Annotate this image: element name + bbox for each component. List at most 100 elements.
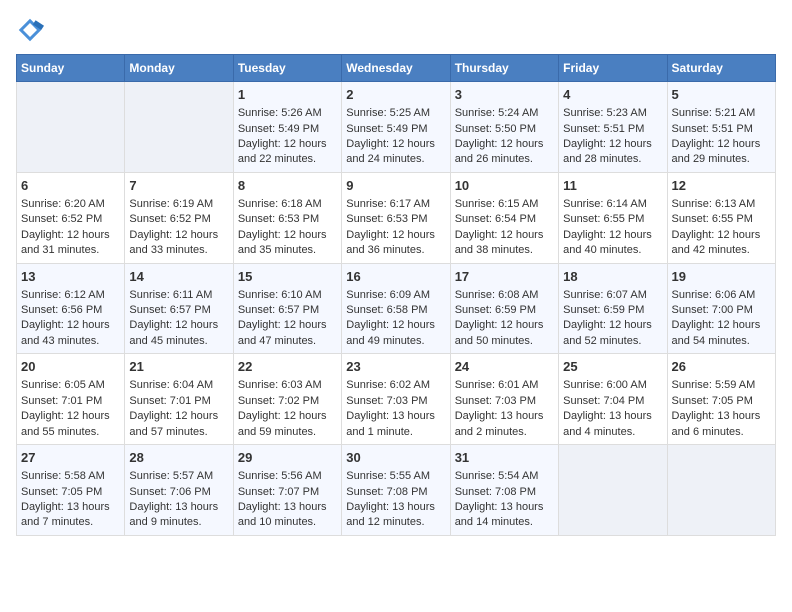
daylight-text: Daylight: 13 hours and 2 minutes. bbox=[455, 409, 554, 440]
sunrise-text: Sunrise: 5:59 AM bbox=[672, 378, 771, 393]
day-cell: 12Sunrise: 6:13 AMSunset: 6:55 PMDayligh… bbox=[667, 172, 775, 263]
header-day-wednesday: Wednesday bbox=[342, 55, 450, 82]
calendar-table: SundayMondayTuesdayWednesdayThursdayFrid… bbox=[16, 54, 776, 536]
day-cell: 4Sunrise: 5:23 AMSunset: 5:51 PMDaylight… bbox=[559, 82, 667, 173]
daylight-text: Daylight: 12 hours and 55 minutes. bbox=[21, 409, 120, 440]
day-cell bbox=[125, 82, 233, 173]
sunset-text: Sunset: 6:57 PM bbox=[238, 303, 337, 318]
daylight-text: Daylight: 13 hours and 12 minutes. bbox=[346, 500, 445, 531]
day-cell: 5Sunrise: 5:21 AMSunset: 5:51 PMDaylight… bbox=[667, 82, 775, 173]
day-number: 7 bbox=[129, 177, 228, 195]
daylight-text: Daylight: 12 hours and 28 minutes. bbox=[563, 137, 662, 168]
day-number: 8 bbox=[238, 177, 337, 195]
sunset-text: Sunset: 7:08 PM bbox=[346, 485, 445, 500]
sunrise-text: Sunrise: 6:11 AM bbox=[129, 288, 228, 303]
day-number: 28 bbox=[129, 449, 228, 467]
sunrise-text: Sunrise: 6:14 AM bbox=[563, 197, 662, 212]
header-day-tuesday: Tuesday bbox=[233, 55, 341, 82]
day-cell: 31Sunrise: 5:54 AMSunset: 7:08 PMDayligh… bbox=[450, 445, 558, 536]
day-number: 26 bbox=[672, 358, 771, 376]
day-number: 19 bbox=[672, 268, 771, 286]
day-number: 13 bbox=[21, 268, 120, 286]
day-cell: 26Sunrise: 5:59 AMSunset: 7:05 PMDayligh… bbox=[667, 354, 775, 445]
day-cell: 13 Sunrise: 6:12 AMSunset: 6:56 PMDayligh… bbox=[17, 263, 125, 354]
sunset-text: Sunset: 7:08 PM bbox=[455, 485, 554, 500]
daylight-text: Daylight: 13 hours and 1 minute. bbox=[346, 409, 445, 440]
sunrise-text: Sunrise: 6:09 AM bbox=[346, 288, 445, 303]
header-day-friday: Friday bbox=[559, 55, 667, 82]
day-number: 16 bbox=[346, 268, 445, 286]
sunrise-text: Sunrise: 5:55 AM bbox=[346, 469, 445, 484]
sunset-text: Sunset: 5:49 PM bbox=[238, 122, 337, 137]
day-number: 29 bbox=[238, 449, 337, 467]
daylight-text: Daylight: 12 hours and 42 minutes. bbox=[672, 228, 771, 259]
daylight-text: Daylight: 12 hours and 50 minutes. bbox=[455, 318, 554, 349]
day-number: 14 bbox=[129, 268, 228, 286]
day-cell: 22Sunrise: 6:03 AMSunset: 7:02 PMDayligh… bbox=[233, 354, 341, 445]
day-cell bbox=[559, 445, 667, 536]
day-cell: 7Sunrise: 6:19 AMSunset: 6:52 PMDaylight… bbox=[125, 172, 233, 263]
daylight-text: Daylight: 12 hours and 49 minutes. bbox=[346, 318, 445, 349]
daylight-text: Daylight: 12 hours and 35 minutes. bbox=[238, 228, 337, 259]
sunrise-text: Sunrise: 6:03 AM bbox=[238, 378, 337, 393]
day-cell: 1Sunrise: 5:26 AMSunset: 5:49 PMDaylight… bbox=[233, 82, 341, 173]
daylight-text: Daylight: 12 hours and 24 minutes. bbox=[346, 137, 445, 168]
day-number: 1 bbox=[238, 86, 337, 104]
day-number: 31 bbox=[455, 449, 554, 467]
sunrise-text: Sunrise: 5:26 AM bbox=[238, 106, 337, 121]
day-cell: 20Sunrise: 6:05 AMSunset: 7:01 PMDayligh… bbox=[17, 354, 125, 445]
day-cell: 21Sunrise: 6:04 AMSunset: 7:01 PMDayligh… bbox=[125, 354, 233, 445]
sunset-text: Sunset: 7:03 PM bbox=[455, 394, 554, 409]
sunrise-text: Sunrise: 5:23 AM bbox=[563, 106, 662, 121]
sunset-text: Sunset: 5:49 PM bbox=[346, 122, 445, 137]
sunset-text: Sunset: 7:07 PM bbox=[238, 485, 337, 500]
sunset-text: Sunset: 6:54 PM bbox=[455, 212, 554, 227]
day-number: 20 bbox=[21, 358, 120, 376]
daylight-text: Daylight: 12 hours and 38 minutes. bbox=[455, 228, 554, 259]
sunset-text: Sunset: 7:05 PM bbox=[672, 394, 771, 409]
sunset-text: Sunset: 7:04 PM bbox=[563, 394, 662, 409]
sunset-text: Sunset: 6:53 PM bbox=[346, 212, 445, 227]
daylight-text: Daylight: 12 hours and 36 minutes. bbox=[346, 228, 445, 259]
day-cell: 11Sunrise: 6:14 AMSunset: 6:55 PMDayligh… bbox=[559, 172, 667, 263]
daylight-text: Daylight: 12 hours and 26 minutes. bbox=[455, 137, 554, 168]
day-number: 9 bbox=[346, 177, 445, 195]
sunset-text: Sunset: 6:56 PM bbox=[21, 303, 120, 318]
sunrise-text: Sunrise: 6:04 AM bbox=[129, 378, 228, 393]
daylight-text: Daylight: 12 hours and 52 minutes. bbox=[563, 318, 662, 349]
day-number: 27 bbox=[21, 449, 120, 467]
week-row-5: 27Sunrise: 5:58 AMSunset: 7:05 PMDayligh… bbox=[17, 445, 776, 536]
day-number: 15 bbox=[238, 268, 337, 286]
day-number: 3 bbox=[455, 86, 554, 104]
sunset-text: Sunset: 7:01 PM bbox=[129, 394, 228, 409]
daylight-text: Daylight: 12 hours and 43 minutes. bbox=[21, 318, 120, 349]
logo bbox=[16, 16, 48, 44]
day-number: 4 bbox=[563, 86, 662, 104]
header-day-monday: Monday bbox=[125, 55, 233, 82]
sunrise-text: Sunrise: 5:25 AM bbox=[346, 106, 445, 121]
day-number: 6 bbox=[21, 177, 120, 195]
day-number: 2 bbox=[346, 86, 445, 104]
daylight-text: Daylight: 12 hours and 47 minutes. bbox=[238, 318, 337, 349]
day-number: 11 bbox=[563, 177, 662, 195]
sunrise-text: Sunrise: 5:24 AM bbox=[455, 106, 554, 121]
sunrise-text: Sunrise: 6:10 AM bbox=[238, 288, 337, 303]
daylight-text: Daylight: 13 hours and 9 minutes. bbox=[129, 500, 228, 531]
sunset-text: Sunset: 7:05 PM bbox=[21, 485, 120, 500]
sunset-text: Sunset: 6:55 PM bbox=[563, 212, 662, 227]
day-cell: 18Sunrise: 6:07 AMSunset: 6:59 PMDayligh… bbox=[559, 263, 667, 354]
sunrise-text: Sunrise: 6:20 AM bbox=[21, 197, 120, 212]
sunrise-text: Sunrise: 6:12 AM bbox=[21, 288, 120, 303]
day-cell: 10Sunrise: 6:15 AMSunset: 6:54 PMDayligh… bbox=[450, 172, 558, 263]
day-cell: 24Sunrise: 6:01 AMSunset: 7:03 PMDayligh… bbox=[450, 354, 558, 445]
sunset-text: Sunset: 7:06 PM bbox=[129, 485, 228, 500]
sunrise-text: Sunrise: 6:02 AM bbox=[346, 378, 445, 393]
sunrise-text: Sunrise: 5:57 AM bbox=[129, 469, 228, 484]
week-row-4: 20Sunrise: 6:05 AMSunset: 7:01 PMDayligh… bbox=[17, 354, 776, 445]
sunset-text: Sunset: 6:57 PM bbox=[129, 303, 228, 318]
sunrise-text: Sunrise: 6:01 AM bbox=[455, 378, 554, 393]
sunset-text: Sunset: 6:55 PM bbox=[672, 212, 771, 227]
daylight-text: Daylight: 13 hours and 10 minutes. bbox=[238, 500, 337, 531]
day-cell: 25Sunrise: 6:00 AMSunset: 7:04 PMDayligh… bbox=[559, 354, 667, 445]
day-cell: 28 Sunrise: 5:57 AMSunset: 7:06 PMDayligh… bbox=[125, 445, 233, 536]
